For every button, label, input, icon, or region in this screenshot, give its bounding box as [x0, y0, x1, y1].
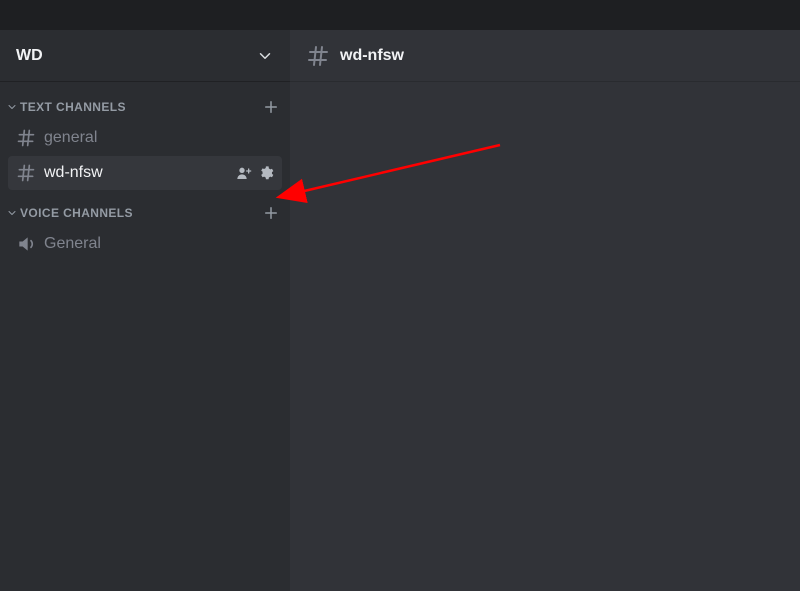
- hash-icon: [16, 128, 36, 148]
- hash-icon: [16, 163, 36, 183]
- main-content: wd-nfsw: [290, 30, 800, 591]
- voice-channel-general[interactable]: General: [8, 227, 282, 261]
- app-body: WD Text Channels: [0, 30, 800, 591]
- voice-channel-name-label: General: [44, 235, 101, 253]
- header-channel-name: wd-nfsw: [340, 47, 404, 65]
- window-titlebar: [0, 0, 800, 30]
- chevron-down-icon: [256, 47, 274, 65]
- channel-name-label: general: [44, 129, 97, 147]
- chevron-down-small-icon: [6, 101, 18, 113]
- channel-name-label: wd-nfsw: [44, 164, 103, 182]
- create-invite-icon[interactable]: [236, 165, 252, 181]
- speaker-icon: [16, 234, 36, 254]
- hash-icon: [306, 44, 330, 68]
- category-label: Text Channels: [20, 100, 126, 114]
- server-header[interactable]: WD: [0, 30, 290, 82]
- category-text-channels[interactable]: Text Channels: [0, 94, 290, 120]
- channel-sidebar: WD Text Channels: [0, 30, 290, 591]
- server-name: WD: [16, 47, 43, 65]
- create-voice-channel-button[interactable]: [262, 204, 280, 222]
- channel-general[interactable]: general: [8, 121, 282, 155]
- channel-wd-nfsw[interactable]: wd-nfsw: [8, 156, 282, 190]
- category-label: Voice Channels: [20, 206, 133, 220]
- channel-header: wd-nfsw: [290, 30, 800, 82]
- gear-icon[interactable]: [258, 165, 274, 181]
- create-channel-button[interactable]: [262, 98, 280, 116]
- channel-list: Text Channels general: [0, 82, 290, 262]
- category-voice-channels[interactable]: Voice Channels: [0, 200, 290, 226]
- chevron-down-small-icon: [6, 207, 18, 219]
